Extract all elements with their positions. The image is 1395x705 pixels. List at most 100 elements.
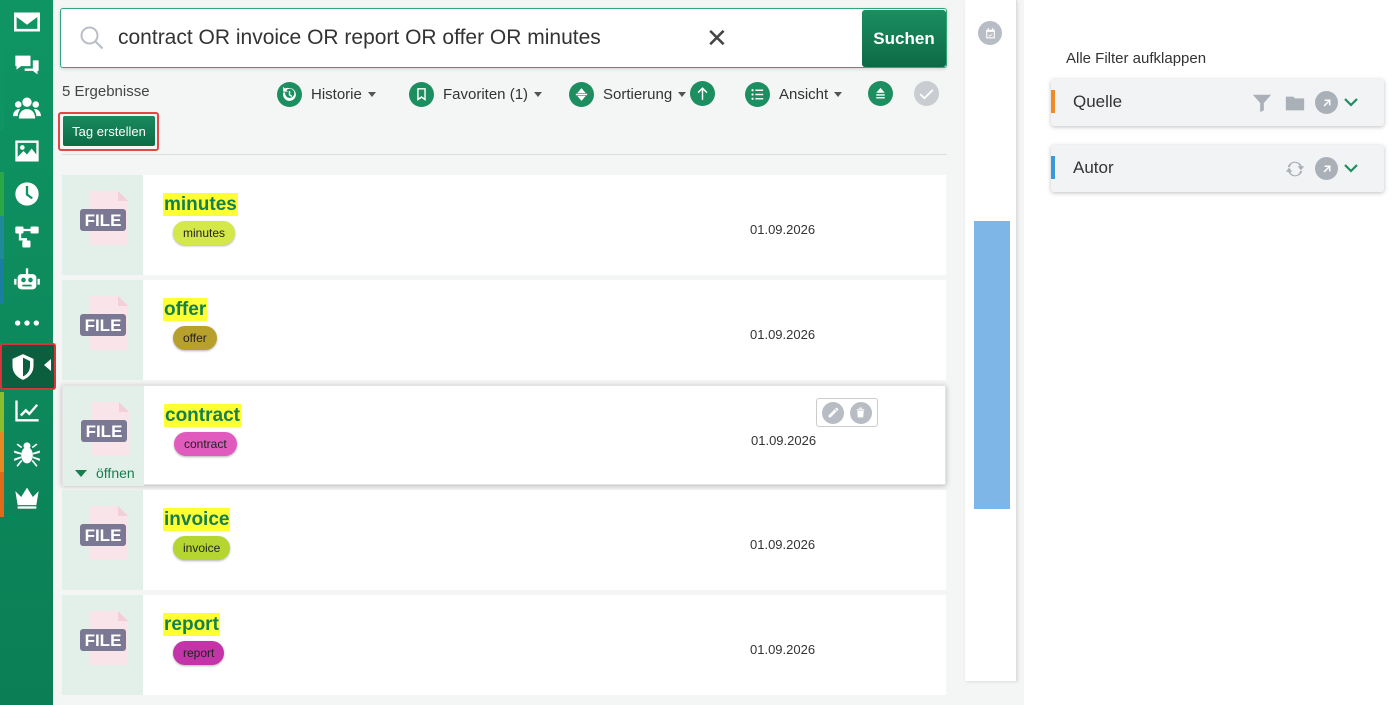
result-thumbnail[interactable]: FILE — [62, 490, 143, 590]
tag-badge[interactable]: report — [173, 641, 225, 665]
search-icon — [80, 26, 104, 50]
open-preview-link[interactable]: öffnen — [75, 465, 135, 481]
expand-all-filters-link[interactable]: Alle Filter aufklappen — [1066, 50, 1206, 67]
result-card[interactable]: FILE invoice invoice 01.09.2026 — [62, 490, 946, 590]
sort-menu[interactable]: Sortierung — [569, 81, 687, 107]
sidebar-item-security[interactable] — [0, 343, 56, 390]
sidebar-item-more[interactable] — [0, 301, 53, 344]
bug-icon — [13, 441, 40, 467]
robot-icon — [13, 267, 40, 289]
result-count: 5 Ergebnisse — [62, 83, 150, 100]
folder-icon[interactable] — [1283, 91, 1306, 114]
result-date: 01.09.2026 — [750, 327, 816, 342]
refresh-icon[interactable] — [1283, 157, 1306, 180]
result-thumbnail[interactable]: FILE — [62, 280, 143, 380]
tag-badge[interactable]: minutes — [173, 221, 236, 245]
divider — [62, 154, 947, 155]
sort-direction-up-icon[interactable] — [690, 81, 715, 106]
scroll-column — [965, 0, 1017, 681]
file-icon: FILE — [80, 191, 128, 245]
view-label: Ansicht — [779, 85, 829, 103]
sidebar-item-bugs[interactable] — [0, 432, 53, 475]
result-card[interactable]: FILE report report 01.09.2026 — [62, 595, 946, 695]
result-title[interactable]: invoice — [163, 508, 231, 531]
result-date: 01.09.2026 — [750, 642, 816, 657]
create-tag-button[interactable]: Tag erstellen — [63, 116, 155, 146]
result-thumbnail[interactable]: FILE — [62, 595, 143, 695]
edit-icon[interactable] — [822, 401, 845, 424]
favorites-label: Favoriten (1) — [443, 85, 529, 103]
svg-text:FILE: FILE — [85, 211, 122, 230]
sidebar-item-bots[interactable] — [0, 258, 53, 301]
history-label: Historie — [311, 85, 362, 103]
sidebar-item-history[interactable] — [0, 172, 53, 215]
history-menu[interactable]: Historie — [277, 81, 376, 107]
dropdown-caret-icon — [678, 91, 687, 97]
select-all-check-icon[interactable] — [914, 81, 939, 106]
dropdown-caret-icon — [834, 91, 843, 97]
active-caret — [44, 359, 51, 371]
scrollbar-thumb[interactable] — [974, 221, 1010, 509]
main-sidebar — [0, 0, 56, 705]
tag-badge[interactable]: invoice — [173, 536, 231, 560]
filter-source-label: Quelle — [1073, 92, 1123, 111]
dropdown-caret-icon — [534, 91, 543, 97]
file-icon: FILE — [80, 611, 128, 665]
svg-text:FILE: FILE — [85, 526, 122, 545]
filter-accent — [1051, 156, 1055, 179]
file-icon: FILE — [80, 296, 128, 350]
tag-badge[interactable]: offer — [173, 326, 217, 350]
filter-source[interactable]: Quelle — [1051, 79, 1384, 126]
caret-down-icon — [75, 469, 87, 477]
mail-icon — [13, 12, 40, 31]
result-title[interactable]: report — [163, 613, 220, 636]
result-date: 01.09.2026 — [750, 537, 816, 552]
dropdown-caret-icon — [367, 91, 376, 97]
result-date: 01.09.2026 — [751, 433, 817, 448]
sidebar-item-chat[interactable] — [0, 43, 53, 86]
chevron-down-icon[interactable] — [1342, 159, 1360, 177]
result-title[interactable]: minutes — [163, 193, 238, 216]
search-bar: ✕ Suchen — [60, 8, 947, 68]
collapse-all-icon[interactable] — [868, 81, 893, 106]
card-actions — [816, 398, 878, 427]
chart-icon — [14, 400, 39, 421]
result-date: 01.09.2026 — [750, 222, 816, 237]
result-card[interactable]: FILE minutes minutes 01.09.2026 — [62, 175, 946, 275]
sidebar-item-images[interactable] — [0, 129, 53, 172]
tag-badge[interactable]: contract — [174, 432, 237, 456]
sort-icon — [569, 81, 594, 107]
file-icon: FILE — [80, 506, 128, 560]
workflow-icon — [14, 226, 39, 247]
result-card[interactable]: FILE contract contract 01.09.2026 öffnen — [62, 385, 946, 486]
chevron-down-icon[interactable] — [1342, 93, 1360, 111]
sidebar-item-premium[interactable] — [0, 475, 53, 518]
sidebar-item-workflow[interactable] — [0, 215, 53, 258]
users-icon — [12, 97, 41, 118]
view-menu[interactable]: Ansicht — [745, 81, 843, 107]
clear-search-icon[interactable]: ✕ — [706, 24, 728, 52]
external-link-icon[interactable] — [1315, 157, 1338, 180]
result-title[interactable]: contract — [164, 404, 241, 427]
svg-text:FILE: FILE — [86, 422, 123, 441]
svg-text:FILE: FILE — [85, 316, 122, 335]
sidebar-item-mail[interactable] — [0, 0, 53, 43]
result-card[interactable]: FILE offer offer 01.09.2026 — [62, 280, 946, 380]
trash-icon[interactable] — [849, 401, 872, 424]
favorites-menu[interactable]: Favoriten (1) — [409, 81, 543, 107]
external-link-icon[interactable] — [1315, 91, 1338, 114]
calendar-icon[interactable] — [978, 21, 1002, 45]
image-icon — [14, 140, 39, 161]
filter-author[interactable]: Autor — [1051, 145, 1384, 192]
filter-panel: Alle Filter aufklappen Quelle Autor — [1024, 0, 1395, 705]
search-input[interactable] — [118, 21, 708, 55]
clock-icon — [14, 181, 39, 206]
search-button[interactable]: Suchen — [862, 10, 946, 67]
svg-text:FILE: FILE — [85, 631, 122, 650]
result-title[interactable]: offer — [163, 298, 208, 321]
sidebar-item-analytics[interactable] — [0, 389, 53, 432]
result-thumbnail[interactable]: FILE — [62, 175, 143, 275]
filter-funnel-icon[interactable] — [1250, 91, 1273, 114]
filter-author-label: Autor — [1073, 158, 1114, 177]
sidebar-item-users[interactable] — [0, 86, 53, 129]
